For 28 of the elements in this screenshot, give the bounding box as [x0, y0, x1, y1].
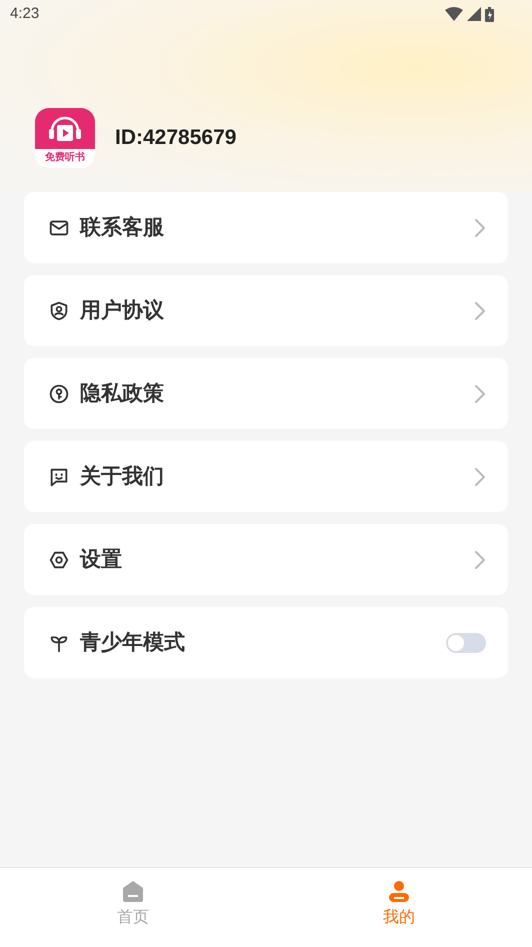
shield-user-icon: [48, 300, 70, 322]
home-icon: [122, 880, 144, 902]
signal-icon: [467, 7, 481, 21]
chevron-icon: [474, 550, 486, 570]
menu-label: 关于我们: [80, 464, 165, 490]
status-time: 4:23: [10, 4, 40, 24]
menu-label: 隐私政策: [80, 380, 165, 407]
battery-icon: [485, 6, 494, 22]
logo-text: 免费听书: [44, 150, 86, 165]
menu-label: 联系客服: [80, 214, 165, 241]
menu-item[interactable]: 联系客服: [24, 192, 508, 263]
wifi-icon: [445, 7, 463, 21]
chevron-icon: [474, 218, 486, 238]
menu-item[interactable]: 关于我们: [24, 441, 508, 512]
key-circle-icon: [48, 382, 70, 404]
user-id: ID:42785679: [115, 125, 236, 152]
chevron-icon: [474, 466, 486, 486]
menu-label: 青少年模式: [80, 630, 186, 656]
user-icon: [388, 880, 410, 902]
menu-item[interactable]: 用户协议: [24, 275, 508, 346]
chevron-icon: [474, 300, 486, 320]
menu-item[interactable]: 设置: [24, 524, 508, 595]
menu-label: 设置: [80, 546, 123, 573]
menu-item[interactable]: 隐私政策: [24, 358, 508, 429]
toggle-switch[interactable]: [446, 632, 486, 652]
menu-label: 用户协议: [80, 298, 165, 324]
menu-item[interactable]: 青少年模式: [24, 607, 508, 678]
chevron-icon: [474, 384, 486, 404]
